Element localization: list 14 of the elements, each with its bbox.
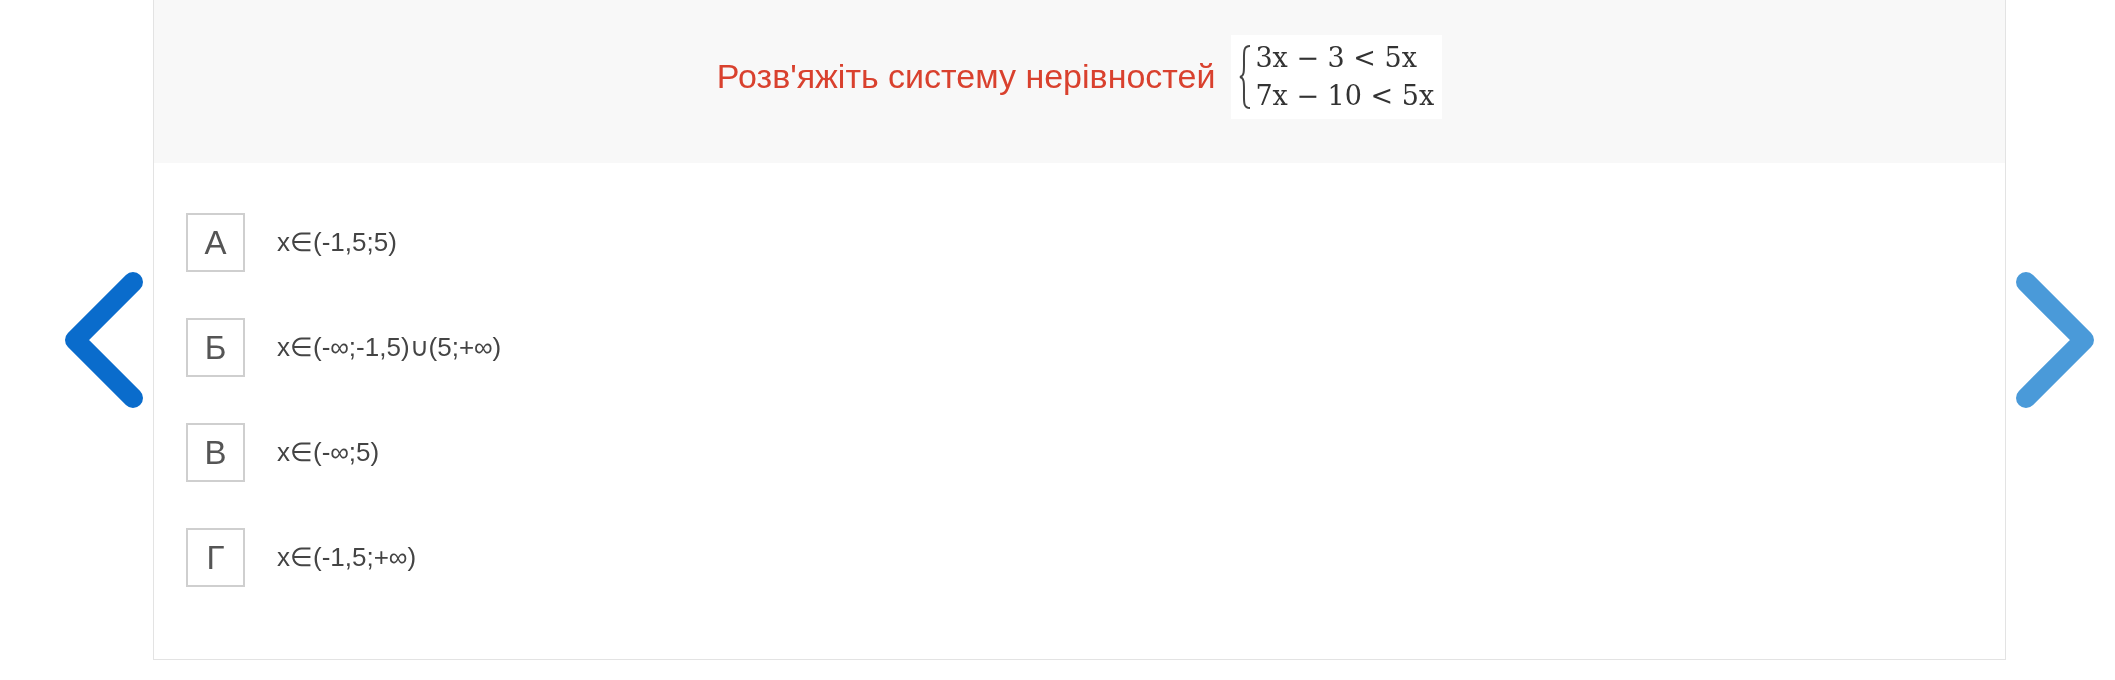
brace-icon xyxy=(1239,43,1252,110)
answer-letter-button[interactable]: А xyxy=(186,213,245,272)
answer-text: x∈(-∞;-1,5)∪(5;+∞) xyxy=(277,331,502,364)
answer-letter-button[interactable]: В xyxy=(186,423,245,482)
chevron-left-icon xyxy=(63,270,143,410)
inequality-line: 3x − 3 < 5x xyxy=(1255,40,1418,75)
question-title: Розв'яжіть систему нерівностей xyxy=(716,56,1216,97)
answer-text: x∈(-∞;5) xyxy=(277,436,380,469)
answer-letter-button[interactable]: Б xyxy=(186,318,245,377)
inequality-line: 7x − 10 < 5x xyxy=(1255,78,1435,113)
answer-text: x∈(-1,5;+∞) xyxy=(277,541,417,574)
answer-text: x∈(-1,5;5) xyxy=(277,226,397,259)
answer-letter-button[interactable]: Г xyxy=(186,528,245,587)
chevron-right-icon xyxy=(2016,270,2096,410)
